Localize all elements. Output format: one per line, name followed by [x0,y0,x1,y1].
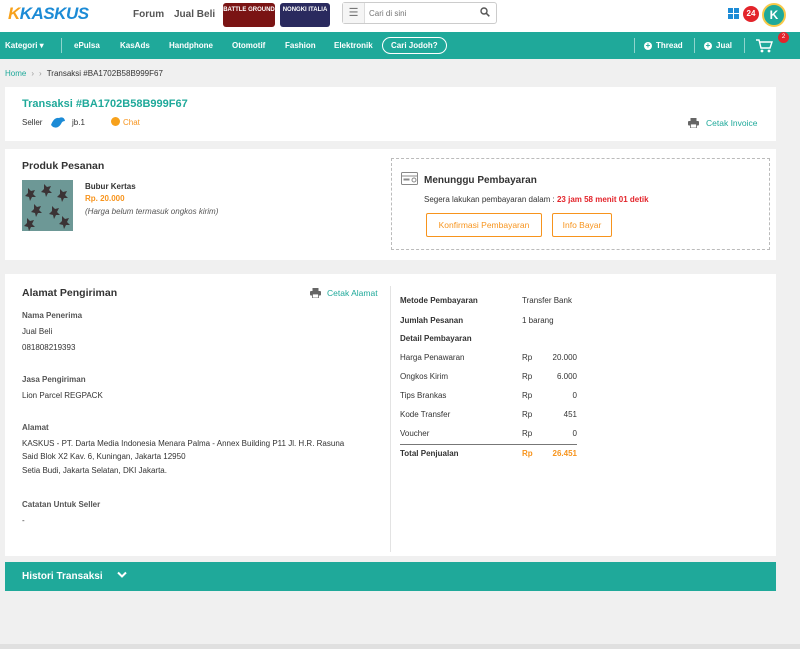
transaction-title: Transaksi #BA1702B58B999F67 [22,98,188,110]
order-qty-label: Jumlah Pesanan [400,316,464,325]
divider [744,38,745,53]
product-section-title: Produk Pesanan [22,160,105,172]
payment-detail-label: Detail Pembayaran [400,334,472,343]
address-line-2: Said Blok X2 Kav. 6, Kuningan, Jakarta 1… [22,452,186,461]
create-thread-button[interactable]: + Thread [644,41,683,50]
apps-grid-icon[interactable] [728,8,739,19]
breadcrumb-home[interactable]: Home [5,69,26,78]
divider [694,38,695,53]
divider [61,38,62,53]
divider [634,38,635,53]
cart-count-badge: 2 [778,32,789,43]
transaction-history-toggle[interactable]: Histori Transaksi [5,562,776,591]
breadcrumb-current: Transaksi #BA1702B58B999F67 [46,69,163,78]
cari-jodoh-button[interactable]: Cari Jodoh? [382,37,447,54]
payment-status-title: Menunggu Pembayaran [424,175,537,186]
category-bar: Kategori ▾ ePulsa KasAds Handphone Otomo… [0,32,800,59]
kategori-menu[interactable]: Kategori ▾ [5,41,44,50]
cat-fashion[interactable]: Fashion [285,41,316,50]
product-name[interactable]: Bubur Kertas [85,182,136,191]
row-label-shipping-cost: Ongkos Kirim [400,372,449,381]
cat-kasads[interactable]: KasAds [120,41,150,50]
shipping-section-title: Alamat Pengiriman [22,287,118,299]
product-thumbnail [22,180,73,231]
cat-elektronik[interactable]: Elektronik [334,41,373,50]
cat-otomotif[interactable]: Otomotif [232,41,265,50]
address-line-3: Setia Budi, Jakarta Selatan, DKI Jakarta… [22,466,167,475]
row-value-tips-brankas: 0 [572,391,577,400]
product-price: Rp. 20.000 [85,194,125,203]
recipient-name: Jual Beli [22,327,53,336]
payment-deadline: Segera lakukan pembayaran dalam : 23 jam… [424,195,649,204]
seller-note-label: Catatan Untuk Seller [22,500,101,509]
row-value-offer-price: 20.000 [552,353,577,362]
chat-link[interactable]: Chat [111,117,140,127]
recipient-label: Nama Penerima [22,311,83,320]
address-line-1: KASKUS - PT. Darta Media Indonesia Menar… [22,439,345,448]
battleground-banner[interactable]: BATTLE GROUND [223,3,275,27]
printer-icon [688,118,699,128]
seller-avatar[interactable] [50,115,66,129]
row-value-transfer-code: 451 [563,410,577,419]
address-label: Alamat [22,423,49,432]
print-invoice-link[interactable]: Cetak Invoice [688,118,758,128]
menu-icon[interactable]: ☰ [343,3,365,23]
payment-method-value: Transfer Bank [522,296,572,305]
breadcrumb: Home › › Transaksi #BA1702B58B999F67 [5,69,163,78]
footer-divider [0,644,800,649]
seller-name[interactable]: jb.1 [72,118,85,127]
row-value-voucher: 0 [572,429,577,438]
plus-icon: + [644,41,652,50]
printer-icon [310,288,321,298]
row-label-tips-brankas: Tips Brankas [400,391,447,400]
kaskus-logo[interactable]: KKASKUS [8,4,89,24]
product-price-note: (Harga belum termasuk ongkos kirim) [85,207,219,216]
chevron-down-icon [117,571,127,578]
search-input[interactable] [369,6,469,20]
history-title: Histori Transaksi [22,571,103,582]
row-value-shipping-cost: 6.000 [556,372,577,381]
print-address-link[interactable]: Cetak Alamat [310,288,378,298]
payment-method-label: Metode Pembayaran [400,296,478,305]
countdown-timer: 23 jam 58 menit 01 detik [556,195,649,204]
invoice-wallet-icon [401,172,418,185]
transaction-card [5,87,776,141]
cat-handphone[interactable]: Handphone [169,41,213,50]
row-label-transfer-code: Kode Transfer [400,410,451,419]
nav-jual-beli[interactable]: Jual Beli [174,9,215,20]
total-divider [400,444,577,445]
order-qty-value: 1 barang [522,316,554,325]
seller-label: Seller [22,118,43,127]
nongki-italia-banner[interactable]: NONGKI ITALIA [280,3,330,27]
nav-forum[interactable]: Forum [133,9,164,20]
recipient-phone: 081808219393 [22,343,76,352]
search-box: ☰ [342,2,497,24]
plus-icon: + [704,41,712,50]
confirm-payment-button[interactable]: Konfirmasi Pembayaran [426,213,542,237]
chat-icon [111,117,120,126]
search-icon[interactable] [480,7,490,17]
column-divider [390,286,391,552]
row-label-offer-price: Harga Penawaran [400,353,465,362]
courier-value: Lion Parcel REGPACK [22,391,103,400]
product-image[interactable] [22,180,73,231]
payment-info-button[interactable]: Info Bayar [552,213,612,237]
user-avatar[interactable]: K [762,3,786,27]
courier-label: Jasa Pengiriman [22,375,86,384]
top-header: KKASKUS Forum Jual Beli BATTLE GROUND NO… [0,0,800,32]
notification-badge[interactable]: 24 [743,6,759,22]
total-value: 26.451 [552,449,577,458]
row-label-voucher: Voucher [400,429,430,438]
cart-icon[interactable] [755,38,773,54]
cat-epulsa[interactable]: ePulsa [74,41,100,50]
seller-note-value: - [22,516,25,525]
jual-button[interactable]: + Jual [704,41,732,50]
total-label: Total Penjualan [400,449,459,458]
